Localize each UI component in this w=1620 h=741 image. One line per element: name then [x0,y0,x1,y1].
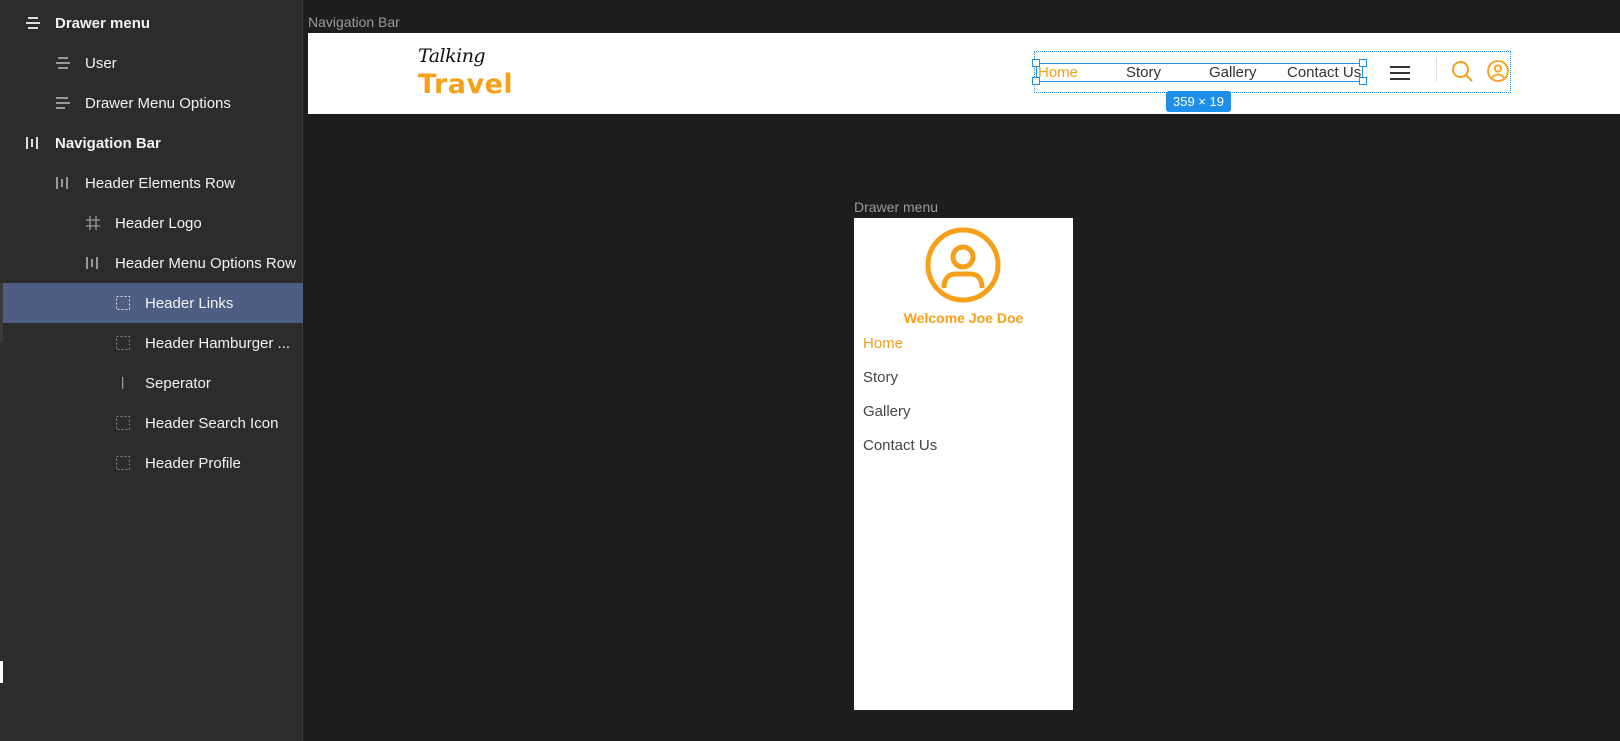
row-layout-icon [85,255,101,271]
layer-header-logo[interactable]: Header Logo [0,203,303,243]
layers-panel: Drawer menu User Drawer Menu Options Nav… [0,0,303,741]
drawer-link-home[interactable]: Home [863,335,903,352]
layer-drawer-menu-options[interactable]: Drawer Menu Options [0,83,303,123]
line-icon [115,375,131,391]
drawer-link-story[interactable]: Story [863,369,898,386]
row-layout-icon [55,175,71,191]
user-avatar-icon [924,226,1002,309]
layer-label: User [85,54,117,72]
drawer-menu-frame[interactable]: Welcome Joe Doe Home Story Gallery Conta… [854,218,1073,710]
layer-navigation-bar[interactable]: Navigation Bar [0,123,303,163]
layer-label: Drawer Menu Options [85,94,231,112]
layer-user[interactable]: User [0,43,303,83]
resize-handle[interactable] [1359,77,1367,85]
layer-label: Header Links [145,294,234,312]
layer-label: Seperator [145,374,211,392]
stack-layout-icon [55,95,71,111]
logo-main-text: Travel [418,69,514,100]
stack-layout-icon [55,55,71,71]
layer-header-hamburger[interactable]: Header Hamburger ... [0,323,303,363]
resize-handle[interactable] [1032,77,1040,85]
layer-label: Header Search Icon [145,414,279,432]
layer-header-menu-options-row[interactable]: Header Menu Options Row [0,243,303,283]
layer-label: Drawer menu [55,14,151,32]
logo-script-text: Talking [418,45,486,67]
layer-header-search-icon[interactable]: Header Search Icon [0,403,303,443]
dashed-frame-icon [115,335,131,351]
navbar-frame-label[interactable]: Navigation Bar [308,14,400,30]
resize-handle[interactable] [1032,59,1040,67]
drawer-link-contact-us[interactable]: Contact Us [863,437,937,454]
stack-layout-icon [25,15,41,31]
layer-label: Navigation Bar [55,134,161,152]
layer-seperator[interactable]: Seperator [0,363,303,403]
layer-header-elements-row[interactable]: Header Elements Row [0,163,303,203]
dashed-frame-icon [115,455,131,471]
row-layout-icon [25,135,41,151]
layer-label: Header Profile [145,454,241,472]
layer-drawer-menu[interactable]: Drawer menu [0,3,303,43]
selection-size-badge: 359 × 19 [1166,91,1231,112]
drawer-link-gallery[interactable]: Gallery [863,403,911,420]
layer-label: Header Menu Options Row [115,254,296,272]
dashed-frame-icon [115,415,131,431]
layer-header-links[interactable]: Header Links [3,283,303,323]
selection-outline [1036,63,1363,82]
layer-header-profile[interactable]: Header Profile [0,443,303,483]
panel-edge-marker [0,661,3,683]
welcome-text: Welcome Joe Doe [903,310,1024,326]
layer-label: Header Hamburger ... [145,334,291,352]
layer-label: Header Logo [115,214,202,232]
resize-handle[interactable] [1359,59,1367,67]
layer-label: Header Elements Row [85,174,236,192]
frame-grid-icon [85,215,101,231]
panel-edge-marker [0,283,3,343]
drawer-frame-label[interactable]: Drawer menu [854,199,938,215]
dashed-frame-icon [115,295,131,311]
